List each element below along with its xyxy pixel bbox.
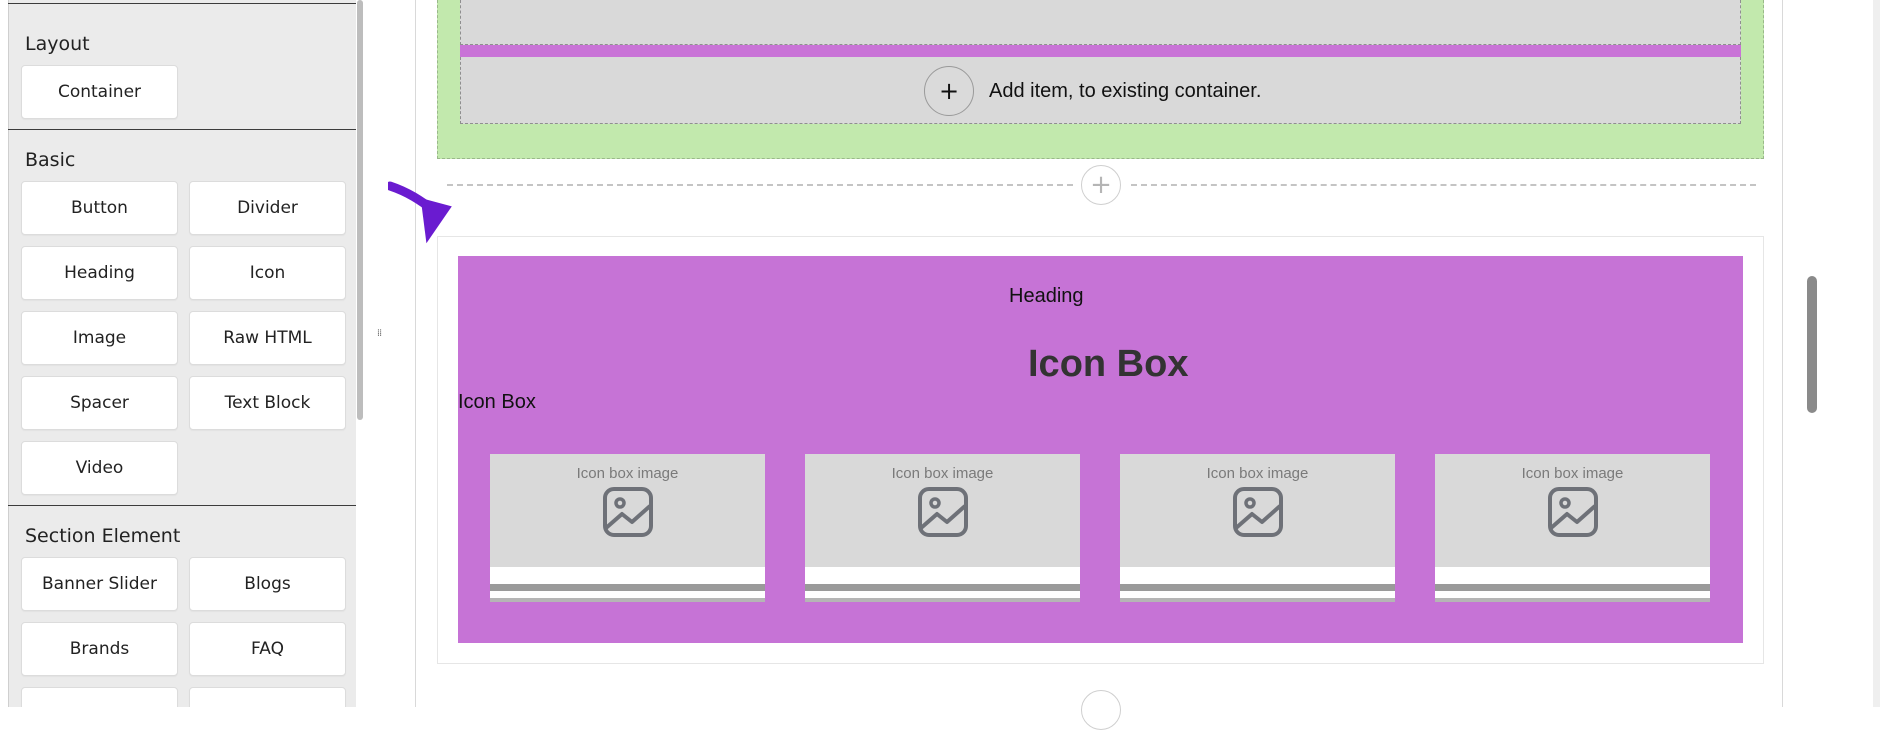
widget-video-button[interactable]: Video	[21, 441, 178, 495]
canvas-scrollbar-thumb[interactable]	[1807, 276, 1817, 413]
page-scrollbar-thumb[interactable]	[1873, 0, 1880, 707]
card-line	[1120, 584, 1395, 591]
card-line	[490, 584, 765, 591]
widget-blogs-button[interactable]: Blogs	[189, 557, 346, 611]
icon-box-image-caption: Icon box image	[576, 465, 679, 482]
widget-spacer-button[interactable]: Spacer	[21, 376, 178, 430]
widget-brands-button[interactable]: Brands	[21, 622, 178, 676]
plus-icon[interactable]: +	[924, 66, 974, 116]
widget-icon-button[interactable]: Icon	[189, 246, 346, 300]
section-divider	[8, 505, 356, 506]
section-title-layout: Layout	[25, 33, 90, 55]
section-separator	[1131, 184, 1756, 186]
icon-box-card[interactable]: Icon box image	[490, 454, 765, 602]
icon-box-card[interactable]: Icon box image	[1435, 454, 1710, 602]
image-placeholder-icon	[1233, 487, 1283, 537]
card-line	[1435, 584, 1710, 591]
section-separator	[447, 184, 1073, 186]
widget-faq-button[interactable]: FAQ	[189, 622, 346, 676]
widget-more-button[interactable]	[21, 687, 178, 707]
image-placeholder-icon	[918, 487, 968, 537]
canvas-border-left	[415, 0, 416, 707]
icon-box-image-caption: Icon box image	[891, 465, 994, 482]
image-placeholder-icon	[1548, 487, 1598, 537]
container-item-strip	[460, 45, 1741, 57]
icon-box-card[interactable]: Icon box image	[805, 454, 1080, 602]
card-line	[1435, 598, 1710, 602]
widget-button-button[interactable]: Button	[21, 181, 178, 235]
section-title-section-element: Section Element	[25, 525, 181, 547]
widget-image-button[interactable]: Image	[21, 311, 178, 365]
heading-text[interactable]: Heading	[1009, 285, 1084, 308]
section-divider	[8, 129, 356, 130]
add-section-plus-icon[interactable]	[1081, 690, 1121, 730]
card-line	[805, 598, 1080, 602]
icon-box-label[interactable]: Icon Box	[458, 391, 536, 414]
icon-box-card[interactable]: Icon box image	[1120, 454, 1395, 602]
widget-divider-button[interactable]: Divider	[189, 181, 346, 235]
drag-handle-icon[interactable]: ⁞⁞	[374, 329, 384, 350]
image-placeholder-icon	[603, 487, 653, 537]
widget-heading-button[interactable]: Heading	[21, 246, 178, 300]
card-line	[1120, 598, 1395, 602]
icon-box-image-caption: Icon box image	[1521, 465, 1624, 482]
card-line	[490, 598, 765, 602]
widget-banner-slider-button[interactable]: Banner Slider	[21, 557, 178, 611]
icon-box-title[interactable]: Icon Box	[1028, 343, 1188, 386]
widget-text-block-button[interactable]: Text Block	[189, 376, 346, 430]
section-divider	[8, 3, 356, 4]
canvas-border-right	[1782, 0, 1783, 707]
widget-panel: Layout Container Basic Button Divider He…	[0, 0, 356, 707]
add-item-label: Add item, to existing container.	[989, 80, 1262, 102]
add-section-plus-icon[interactable]: +	[1081, 165, 1121, 205]
container-item[interactable]	[460, 0, 1741, 45]
panel-scrollbar-thumb[interactable]	[357, 0, 363, 420]
widget-more-button[interactable]	[189, 687, 346, 707]
widget-container-button[interactable]: Container	[21, 65, 178, 119]
section-title-basic: Basic	[25, 149, 76, 171]
widget-raw-html-button[interactable]: Raw HTML	[189, 311, 346, 365]
icon-box-image-caption: Icon box image	[1206, 465, 1309, 482]
card-line	[805, 584, 1080, 591]
